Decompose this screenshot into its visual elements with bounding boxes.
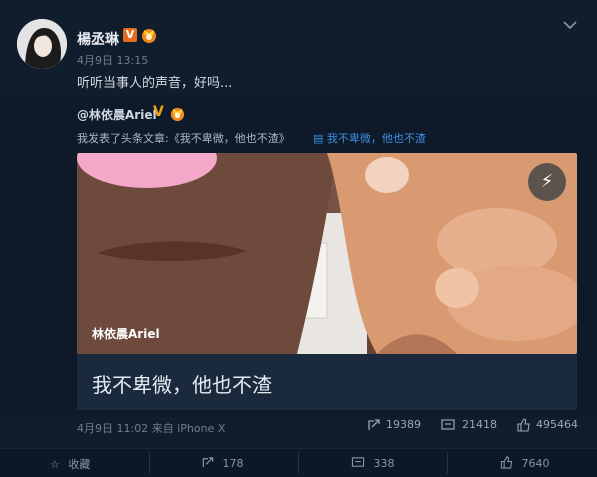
like-button-count: 7640 [521,457,550,470]
article-link-label: 我不卑微，他也不渣 [326,132,426,145]
comment-button-count: 338 [373,457,395,470]
lightning-icon[interactable]: ⚡ [528,163,566,201]
comment-count[interactable]: 21418 [441,418,497,431]
favorite-button[interactable]: ☆ 收藏 [50,456,90,472]
comment-button[interactable]: 338 [351,456,395,470]
post-text: 听听当事人的声音，好吗... [77,76,233,91]
repost-author-name[interactable]: @林依晨Ariel [77,106,157,123]
comment-icon [351,457,365,467]
divider [298,452,299,474]
article-link[interactable]: ▤ 我不卑微，他也不渣 [313,130,426,146]
thumb-up-icon [500,456,513,469]
comment-icon [441,419,455,430]
divider [149,452,150,474]
author-avatar[interactable] [17,19,67,69]
cover-caption: 林依晨Ariel [92,327,160,341]
author-name[interactable]: 楊丞琳 [77,29,119,49]
favorite-label: 收藏 [68,458,91,471]
repost-meta[interactable]: 4月9日 11:02 来自 iPhone X [77,420,225,436]
like-count-value: 495464 [536,418,578,431]
avatar-image [17,19,67,69]
comment-count-value: 21418 [462,418,497,431]
thumb-up-icon [517,418,530,432]
medal-icon [142,29,156,43]
post-timestamp[interactable]: 4月9日 13:15 [77,52,148,68]
article-icon: ▤ [313,132,327,145]
gold-verified-icon: V [153,104,164,120]
article-cover-image[interactable] [77,153,577,354]
cover-photo [77,153,577,354]
repost-icon [202,457,214,468]
repost-button[interactable]: 178 [201,456,244,470]
article-title[interactable]: 我不卑微，他也不渣 [92,369,272,398]
like-count[interactable]: 495464 [516,418,578,432]
chevron-down-icon[interactable] [562,19,578,31]
repost-text: 我发表了头条文章:《我不卑微，他也不渣》 [77,132,290,145]
repost-count-value: 19389 [386,418,421,431]
repost-count[interactable]: 19389 [367,418,421,431]
verified-icon: V [123,28,137,42]
star-icon: ☆ [50,458,60,471]
repost-icon [368,419,380,430]
divider [447,452,448,474]
medal-icon [170,107,185,122]
like-button[interactable]: 7640 [499,456,550,470]
repost-button-count: 178 [222,457,244,470]
